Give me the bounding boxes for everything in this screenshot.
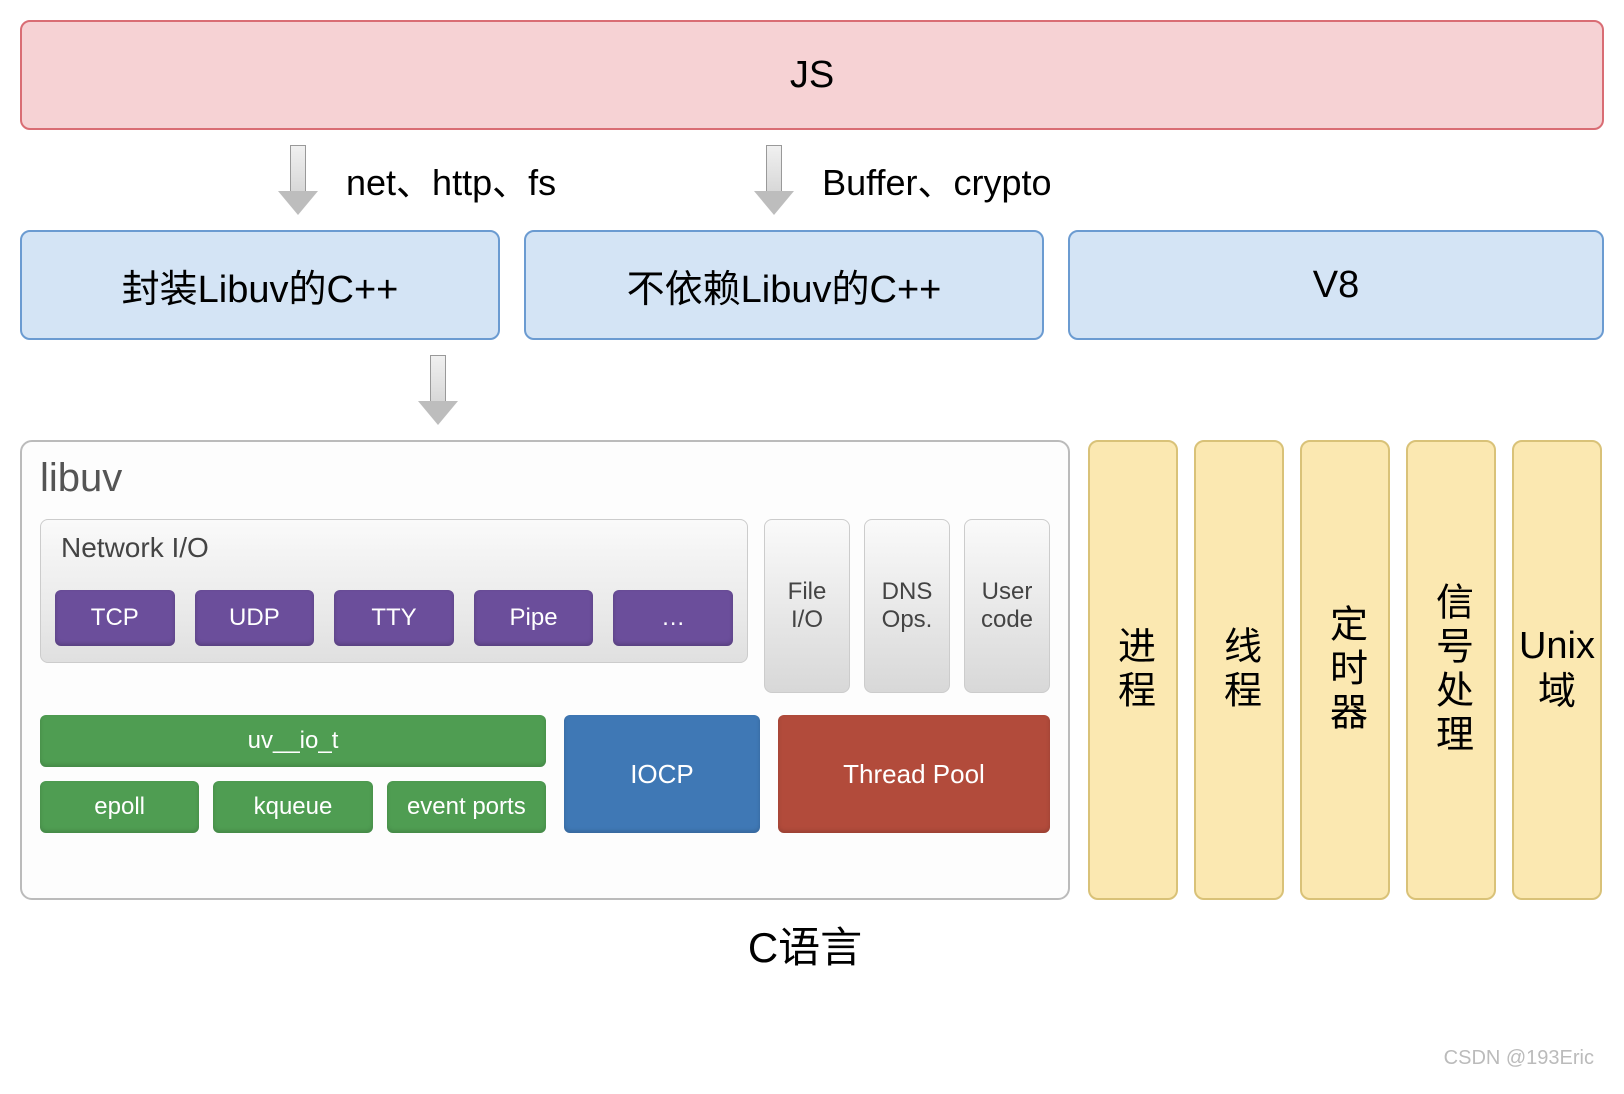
impl-epoll: epoll — [40, 781, 199, 833]
impl-kqueue: kqueue — [213, 781, 372, 833]
pill-dns-ops-: DNS Ops. — [864, 519, 950, 693]
pill-user-code: User code — [964, 519, 1050, 693]
network-io-box: Network I/O TCP UDP TTY Pipe … — [40, 519, 748, 663]
col-0: 进程 — [1088, 440, 1178, 900]
proto-tty: TTY — [334, 590, 454, 646]
col-3: 信号处理 — [1406, 440, 1496, 900]
box-libuv-cpp: 封装Libuv的C++ — [20, 230, 500, 340]
libuv-container: libuv Network I/O TCP UDP TTY Pipe … File I/… — [20, 440, 1070, 900]
pill-file-i-o: File I/O — [764, 519, 850, 693]
box-thread-pool: Thread Pool — [778, 715, 1050, 833]
box-v8: V8 — [1068, 230, 1604, 340]
bottom-c-label: C语言 — [280, 914, 1330, 975]
col-4: Unix域 — [1512, 440, 1602, 900]
layer-c-row: libuv Network I/O TCP UDP TTY Pipe … File I/… — [20, 440, 1604, 900]
arrow-row-2 — [20, 340, 1604, 440]
proto-tcp: TCP — [55, 590, 175, 646]
network-io-title: Network I/O — [61, 532, 733, 564]
proto-…: … — [613, 590, 733, 646]
box-uv-io-t: uv__io_t — [40, 715, 546, 767]
layer-js-row: JS — [20, 20, 1604, 130]
arrow-down-icon — [280, 145, 316, 215]
js-box: JS — [20, 20, 1604, 130]
arrow-label-right: Buffer、crypto — [822, 154, 1051, 206]
col-1: 线程 — [1194, 440, 1284, 900]
box-iocp: IOCP — [564, 715, 760, 833]
watermark: CSDN @193Eric — [1444, 1047, 1594, 1070]
arrow-down-icon — [420, 355, 456, 425]
libuv-title: libuv — [40, 456, 1050, 501]
impl-event-ports: event ports — [387, 781, 546, 833]
box-nolibuv-cpp: 不依赖Libuv的C++ — [524, 230, 1044, 340]
proto-udp: UDP — [195, 590, 315, 646]
arrow-down-icon — [756, 145, 792, 215]
arrow-row-1: net、http、fs Buffer、crypto — [20, 130, 1604, 230]
arrow-label-left: net、http、fs — [346, 154, 556, 206]
proto-pipe: Pipe — [474, 590, 594, 646]
layer-cpp-row: 封装Libuv的C++ 不依赖Libuv的C++ V8 — [20, 230, 1604, 340]
col-2: 定时器 — [1300, 440, 1390, 900]
